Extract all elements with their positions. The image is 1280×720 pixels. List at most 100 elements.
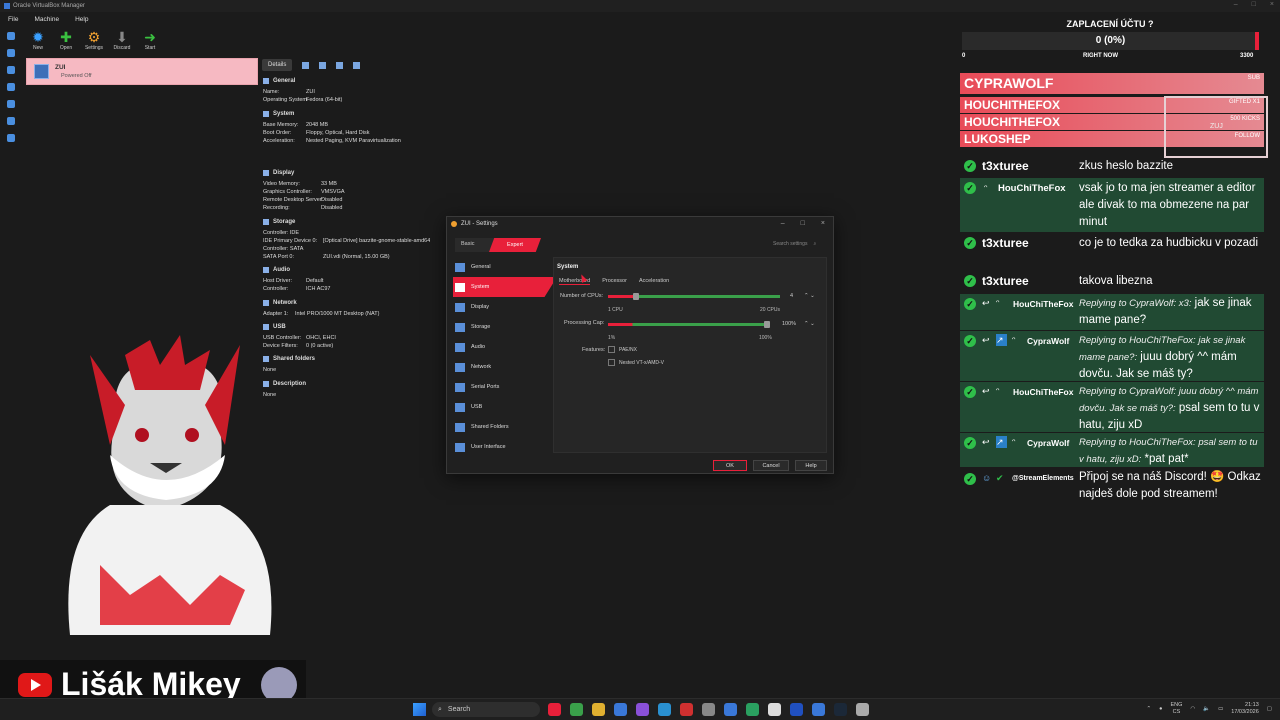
- settings-button[interactable]: ⚙ Settings: [82, 29, 106, 51]
- nav-system[interactable]: System: [453, 277, 557, 297]
- detail-key: IDE Primary Device 0:: [263, 238, 318, 244]
- app-icon[interactable]: [570, 703, 583, 716]
- network-header[interactable]: Network: [273, 300, 297, 306]
- file-explorer-icon[interactable]: [592, 703, 605, 716]
- app-icon[interactable]: [746, 703, 759, 716]
- app-icon[interactable]: [614, 703, 627, 716]
- start-button[interactable]: ➜ Start: [138, 29, 162, 51]
- cancel-button[interactable]: Cancel: [753, 460, 789, 471]
- details-tabbar: Details: [262, 59, 361, 71]
- tab-processor[interactable]: Processor: [602, 278, 627, 285]
- nav-display[interactable]: Display: [453, 297, 557, 317]
- vm-list-item[interactable]: ZUI Powered Off: [26, 58, 258, 85]
- system-header[interactable]: System: [273, 111, 294, 117]
- network-icon[interactable]: [7, 100, 15, 108]
- menu-file[interactable]: File: [8, 16, 18, 23]
- activity-icon[interactable]: [336, 61, 344, 69]
- cpu-slider-knob[interactable]: [632, 293, 639, 300]
- steam-icon[interactable]: [834, 703, 847, 716]
- battery-icon[interactable]: ▭: [1218, 706, 1223, 712]
- settings-search[interactable]: Search settings ⌕: [773, 241, 816, 247]
- clock[interactable]: 21:13 17/03/2026: [1231, 702, 1259, 716]
- app-icon[interactable]: [548, 703, 561, 716]
- volume-icon[interactable]: 🔈: [1203, 706, 1210, 712]
- extensions-icon[interactable]: [7, 66, 15, 74]
- mode-basic-button[interactable]: Basic: [461, 241, 474, 247]
- nav-network[interactable]: Network: [453, 357, 557, 377]
- welcome-icon[interactable]: [7, 32, 15, 40]
- cpu-spin-arrows-icon[interactable]: ⌃ ⌄: [804, 293, 815, 299]
- ok-button[interactable]: OK: [713, 460, 747, 471]
- maximize-icon[interactable]: □: [1252, 1, 1256, 8]
- settings-search-input[interactable]: Search settings: [773, 241, 807, 247]
- cpu-count-value[interactable]: 4: [790, 293, 793, 299]
- nav-user-interface[interactable]: User Interface: [453, 437, 557, 457]
- app-icon[interactable]: [724, 703, 737, 716]
- tab-acceleration[interactable]: Acceleration: [639, 278, 669, 285]
- chat-username: HouChiTheFox: [1013, 387, 1074, 397]
- settings-icon[interactable]: [702, 703, 715, 716]
- media-icon[interactable]: [7, 83, 15, 91]
- dialog-minimize-icon[interactable]: –: [781, 220, 785, 227]
- nav-storage[interactable]: Storage: [453, 317, 557, 337]
- nav-serial-ports[interactable]: Serial Ports: [453, 377, 557, 397]
- taskbar-search[interactable]: ⌕ Search: [432, 702, 540, 717]
- check-icon: ✓: [964, 386, 976, 398]
- app-icon[interactable]: [790, 703, 803, 716]
- app-icon[interactable]: [680, 703, 693, 716]
- nav-audio[interactable]: Audio: [453, 337, 557, 357]
- tray-app-icon[interactable]: ●: [1159, 706, 1162, 712]
- nav-label: Audio: [471, 344, 486, 350]
- discard-label: Discard: [113, 45, 131, 51]
- nested-vtx-checkbox[interactable]: Nested VT-x/AMD-V: [608, 359, 664, 366]
- notion-icon[interactable]: [768, 703, 781, 716]
- processing-cap-value[interactable]: 100%: [782, 321, 796, 327]
- dialog-maximize-icon[interactable]: □: [801, 220, 805, 227]
- filesystem-icon[interactable]: [353, 61, 361, 69]
- chat-message: ✓ ↩ ᵔ HouChiTheFox Replying to CypraWolf…: [960, 382, 1264, 432]
- nav-general[interactable]: General: [453, 257, 557, 277]
- taskbar-search-label: Search: [447, 706, 471, 713]
- cloud-icon[interactable]: [7, 117, 15, 125]
- open-button[interactable]: ✚ Open: [54, 29, 78, 51]
- chat-message: ✓ ☺ ✔ @StreamElements Připoj se na náš D…: [960, 469, 1264, 521]
- nav-usb[interactable]: USB: [453, 397, 557, 417]
- discard-button[interactable]: ⬇ Discard: [110, 29, 134, 51]
- general-header[interactable]: General: [273, 78, 295, 84]
- chevron-up-icon[interactable]: ⌃: [1147, 706, 1152, 712]
- help-button[interactable]: Help: [795, 460, 827, 471]
- app-icon[interactable]: [856, 703, 869, 716]
- audio-header[interactable]: Audio: [273, 267, 290, 273]
- details-tab[interactable]: Details: [262, 59, 293, 71]
- processing-cap-slider[interactable]: [608, 321, 770, 328]
- minimize-icon[interactable]: –: [1234, 1, 1238, 8]
- cpu-count-slider[interactable]: [608, 293, 780, 300]
- general-nav-icon: [455, 262, 465, 272]
- wifi-icon[interactable]: ◠: [1190, 706, 1195, 712]
- windows-start-icon[interactable]: [413, 703, 426, 716]
- storage-header[interactable]: Storage: [273, 219, 295, 225]
- app-icon[interactable]: [636, 703, 649, 716]
- machines-icon[interactable]: [7, 49, 15, 57]
- activities-icon[interactable]: [7, 134, 15, 142]
- new-button[interactable]: ✹ New: [26, 29, 50, 51]
- taskbar-apps: [548, 703, 869, 716]
- display-header[interactable]: Display: [273, 170, 294, 176]
- usb-header[interactable]: USB: [273, 324, 286, 330]
- virtualbox-icon[interactable]: [812, 703, 825, 716]
- nav-shared-folders[interactable]: Shared Folders: [453, 417, 557, 437]
- detail-key: Recording:: [263, 205, 290, 211]
- cap-slider-knob[interactable]: [764, 321, 770, 328]
- logs-icon[interactable]: [319, 61, 327, 69]
- notifications-icon[interactable]: ▢: [1267, 706, 1272, 712]
- pae-nx-checkbox[interactable]: PAE/NX: [608, 346, 637, 353]
- menu-help[interactable]: Help: [75, 16, 88, 23]
- mode-expert-button[interactable]: Expert: [489, 238, 541, 252]
- dialog-close-icon[interactable]: ×: [821, 220, 825, 227]
- close-icon[interactable]: ×: [1270, 1, 1274, 8]
- app-icon[interactable]: [658, 703, 671, 716]
- menu-machine[interactable]: Machine: [34, 16, 59, 23]
- cap-spin-arrows-icon[interactable]: ⌃ ⌄: [804, 321, 815, 327]
- language-indicator[interactable]: ENG CS: [1170, 702, 1182, 716]
- snapshots-icon[interactable]: [302, 61, 310, 69]
